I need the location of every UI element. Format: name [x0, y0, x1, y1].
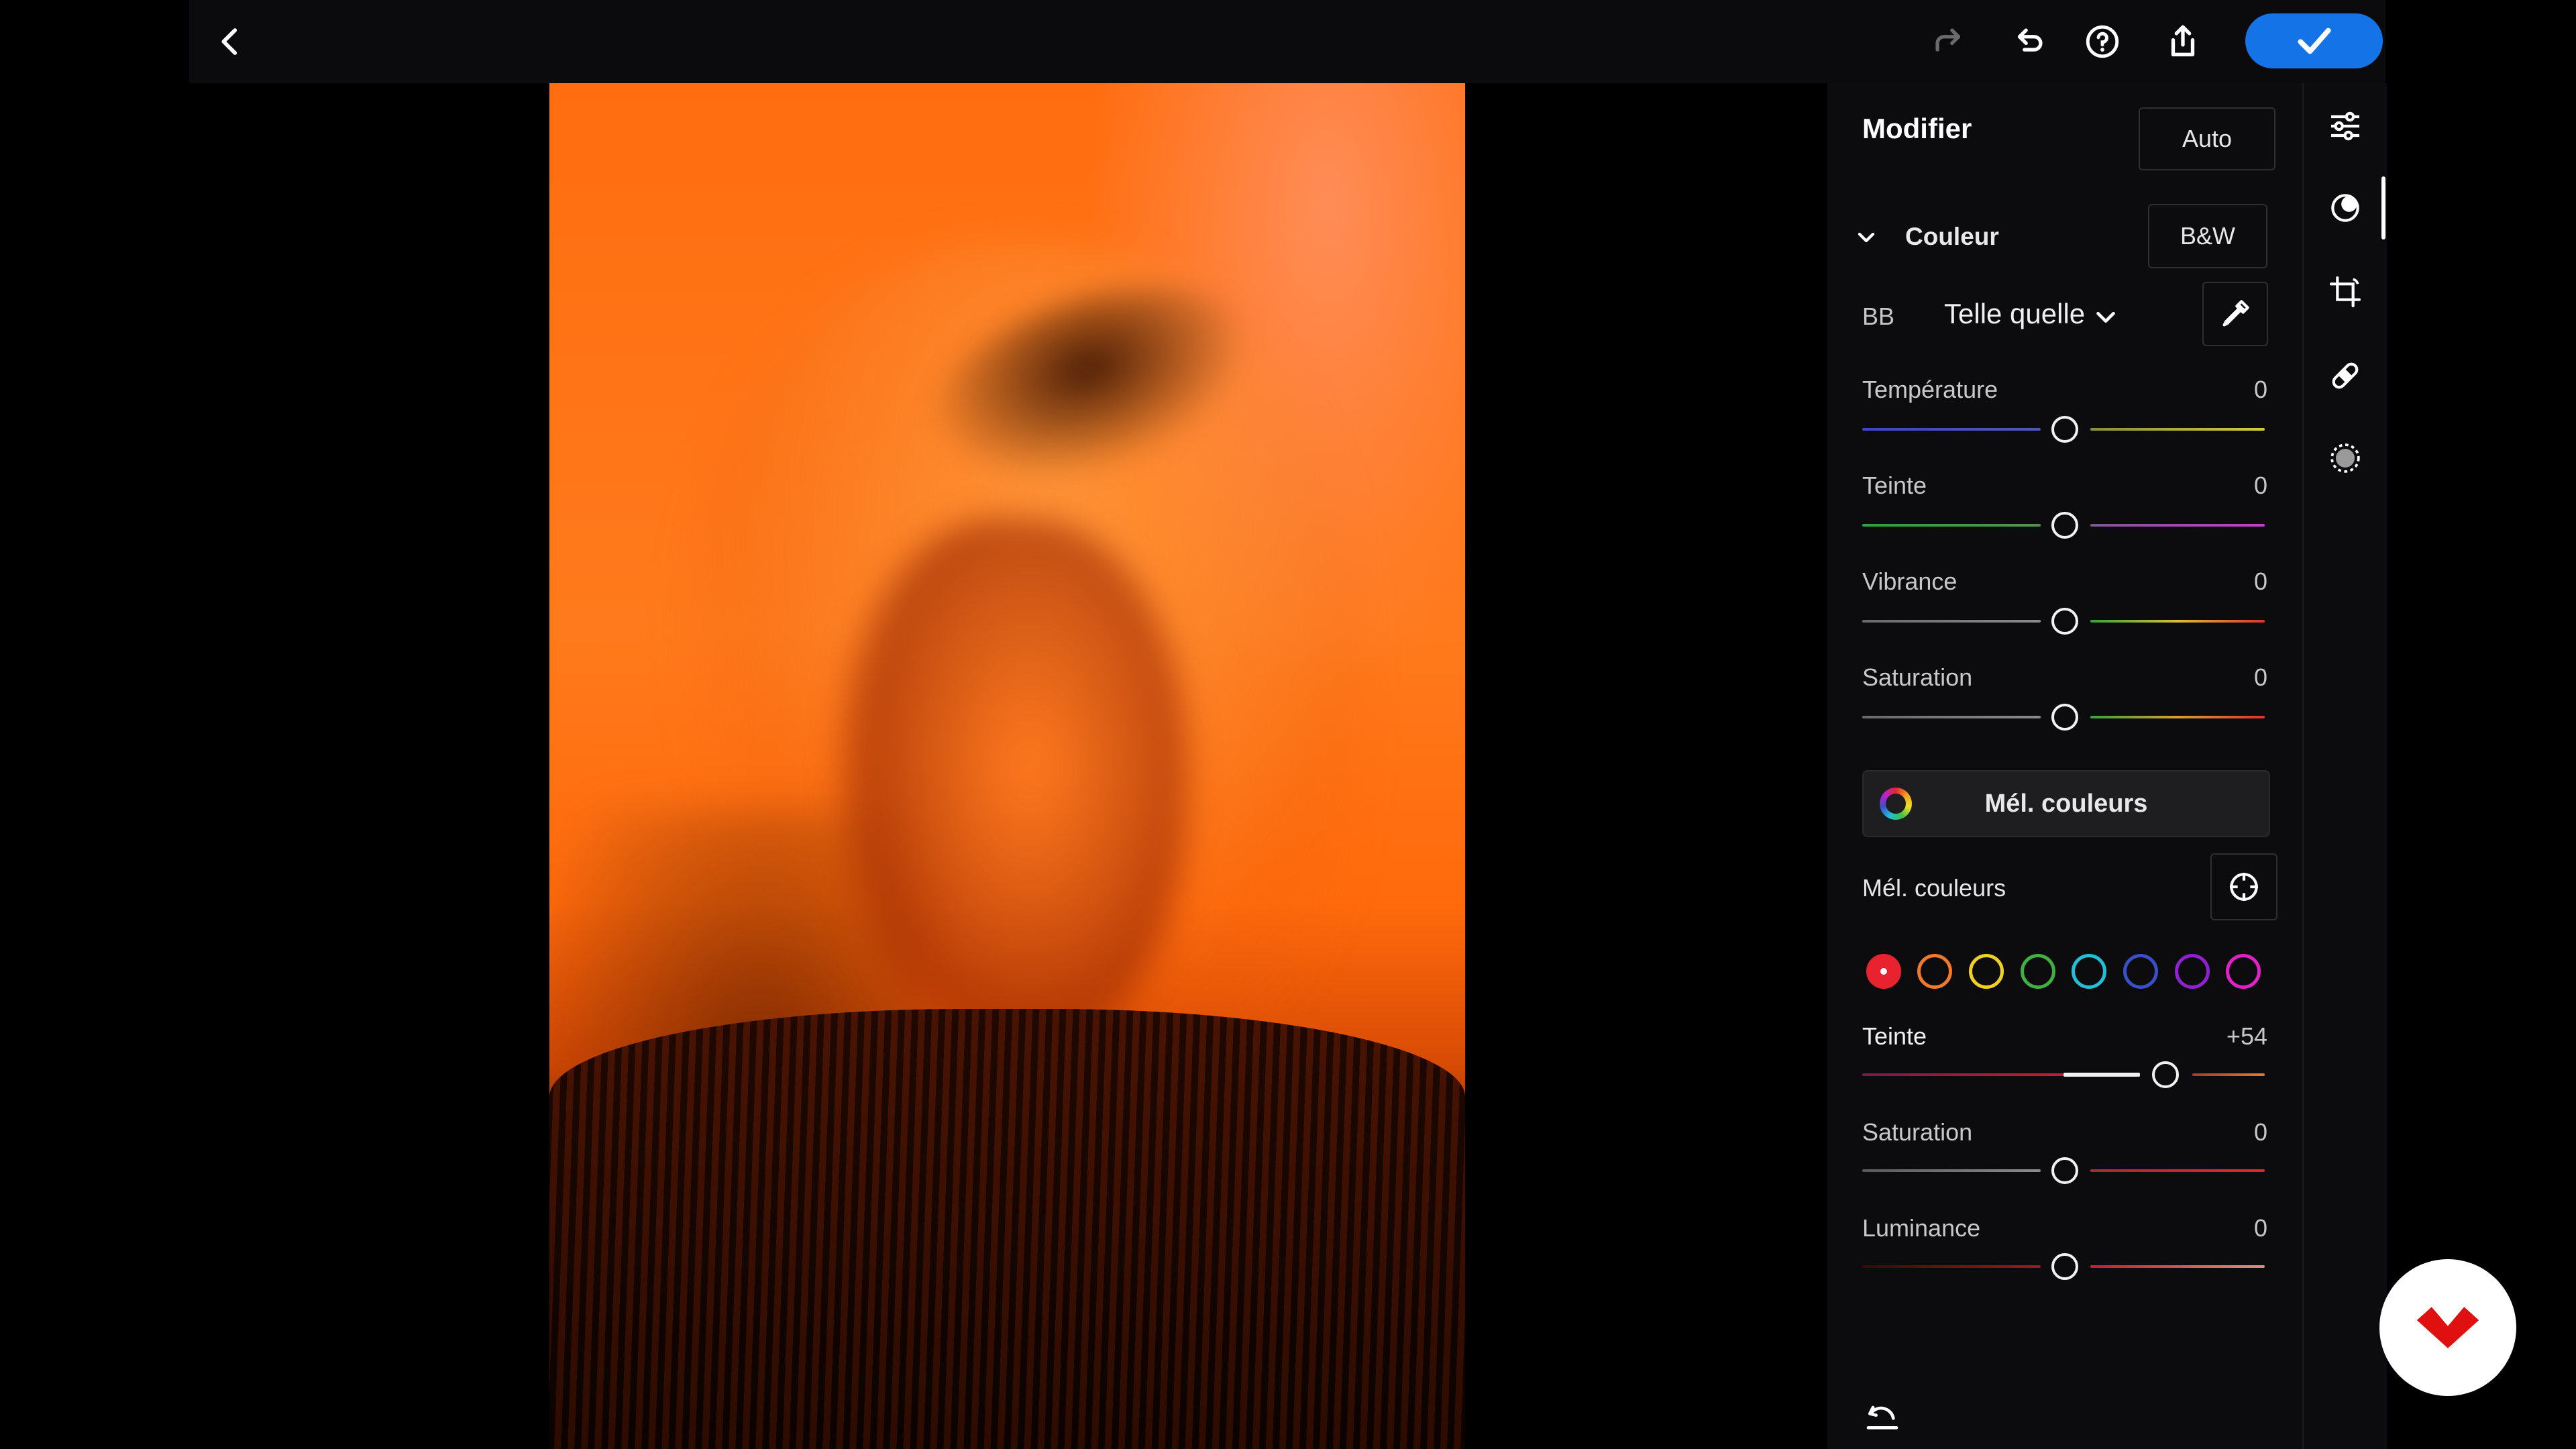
slider-label-temperature: Température — [1862, 376, 1998, 403]
color-mix-button-label: Mél. couleurs — [1984, 789, 2148, 818]
mix-label-luminance: Luminance — [1862, 1214, 1981, 1242]
logo-icon — [2416, 1307, 2479, 1348]
help-icon[interactable] — [2081, 20, 2124, 63]
crop-icon[interactable] — [2324, 270, 2367, 313]
temperature-slider-knob[interactable] — [2051, 416, 2078, 443]
hue-track-right[interactable] — [2192, 1073, 2265, 1076]
mix-saturation-track-right[interactable] — [2090, 1169, 2265, 1172]
eyedropper-button[interactable] — [2202, 282, 2268, 346]
vibrance-track-right[interactable] — [2090, 620, 2265, 623]
masking-icon[interactable] — [2324, 437, 2367, 480]
undo-icon[interactable] — [2008, 20, 2051, 63]
mix-saturation-slider-knob[interactable] — [2051, 1157, 2078, 1184]
swatch-purple[interactable] — [2175, 954, 2210, 989]
panel-title: Modifier — [1862, 113, 1972, 144]
slider-value-saturation: 0 — [2253, 663, 2267, 691]
eyedropper-icon — [2222, 300, 2249, 327]
saturation-track-left[interactable] — [1862, 716, 2041, 718]
temperature-track-left[interactable] — [1862, 428, 2041, 431]
wb-value: Telle quelle — [1944, 298, 2086, 329]
hue-track-fill[interactable] — [2063, 1073, 2140, 1077]
color-mix-button[interactable]: Mél. couleurs — [1862, 770, 2270, 837]
photo-face — [838, 519, 1187, 1069]
done-button[interactable] — [2245, 13, 2383, 68]
photo-sweater — [549, 1009, 1465, 1449]
back-chevron-icon[interactable] — [209, 20, 252, 63]
share-icon[interactable] — [2161, 20, 2204, 63]
color-mix-title: Mél. couleurs — [1862, 874, 2006, 902]
slider-value-vibrance: 0 — [2253, 568, 2267, 595]
mix-value-saturation: 0 — [2253, 1118, 2267, 1146]
luminance-track-right[interactable] — [2090, 1265, 2265, 1268]
swatch-magenta[interactable] — [2226, 954, 2261, 989]
tint-slider-knob[interactable] — [2051, 512, 2078, 539]
watermark-logo — [2379, 1259, 2516, 1396]
saturation-slider-knob[interactable] — [2051, 704, 2078, 731]
rail-active-indicator — [2381, 176, 2385, 239]
saturation-track-right[interactable] — [2090, 716, 2265, 718]
vibrance-slider-knob[interactable] — [2051, 608, 2078, 635]
slider-label-saturation: Saturation — [1862, 663, 1973, 691]
wb-label: BB — [1862, 303, 1895, 330]
luminance-track-left[interactable] — [1862, 1265, 2041, 1268]
swatch-orange[interactable] — [1917, 954, 1952, 989]
swatch-green[interactable] — [2021, 954, 2055, 989]
swatch-yellow[interactable] — [1969, 954, 2004, 989]
mix-value-luminance: 0 — [2253, 1214, 2267, 1242]
bw-button[interactable]: B&W — [2148, 204, 2267, 268]
hue-slider-knob[interactable] — [2152, 1061, 2179, 1088]
swatch-red[interactable] — [1866, 954, 1901, 989]
reset-icon[interactable] — [1864, 1398, 1901, 1436]
photo-canvas[interactable] — [549, 83, 1465, 1449]
tint-track-left[interactable] — [1862, 524, 2041, 527]
presets-icon[interactable] — [2324, 186, 2367, 229]
redo-icon[interactable] — [1927, 20, 1970, 63]
mix-value-hue: +54 — [2226, 1022, 2267, 1050]
tool-rail — [2302, 83, 2387, 1449]
chevron-down-icon[interactable] — [1853, 224, 1880, 251]
vibrance-track-left[interactable] — [1862, 620, 2041, 623]
temperature-track-right[interactable] — [2090, 428, 2265, 431]
chevron-down-icon[interactable] — [2090, 302, 2121, 333]
auto-button[interactable]: Auto — [2139, 107, 2275, 170]
crosshair-icon — [2230, 873, 2258, 901]
slider-label-tint: Teinte — [1862, 472, 1927, 499]
mix-saturation-track-left[interactable] — [1862, 1169, 2041, 1172]
hue-track-left[interactable] — [1862, 1073, 2063, 1076]
wb-select[interactable]: Telle quelle — [1944, 298, 2085, 330]
swatch-blue[interactable] — [2123, 954, 2158, 989]
slider-label-vibrance: Vibrance — [1862, 568, 1957, 595]
top-toolbar — [189, 0, 2385, 83]
healing-icon[interactable] — [2324, 354, 2367, 397]
mix-label-saturation: Saturation — [1862, 1118, 1973, 1146]
target-adjust-button[interactable] — [2210, 853, 2277, 920]
section-title-couleur[interactable]: Couleur — [1905, 223, 1999, 251]
luminance-slider-knob[interactable] — [2051, 1253, 2078, 1280]
checkmark-icon — [2297, 28, 2331, 54]
sliders-icon[interactable] — [2324, 105, 2367, 148]
mix-label-hue: Teinte — [1862, 1022, 1927, 1050]
swatch-aqua[interactable] — [2072, 954, 2106, 989]
slider-value-temperature: 0 — [2253, 376, 2267, 403]
tint-track-right[interactable] — [2090, 524, 2265, 527]
slider-value-tint: 0 — [2253, 472, 2267, 499]
